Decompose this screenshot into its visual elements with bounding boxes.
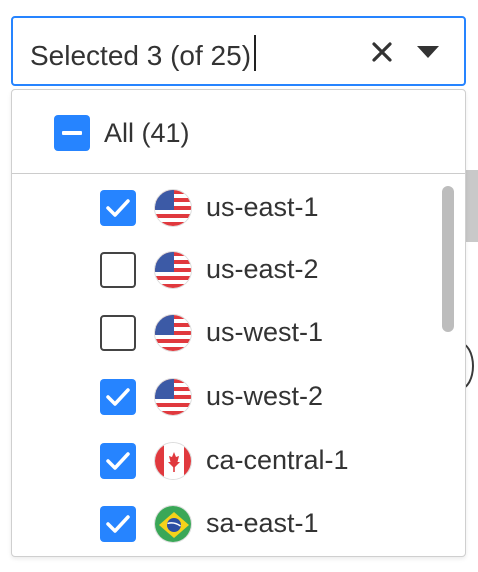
option-us-west-2[interactable]: us-west-2 <box>12 365 432 429</box>
scrollbar-thumb[interactable] <box>442 186 454 332</box>
brazil-flag-icon <box>154 505 192 543</box>
option-sa-east-1[interactable]: sa-east-1 <box>12 492 432 556</box>
us-flag-icon <box>154 251 192 289</box>
option-ca-central-1[interactable]: ca-central-1 <box>12 429 432 493</box>
dropdown-menu: All (41) us-east-1 us-east-2 us-west-1 u… <box>11 89 466 557</box>
checkbox-unchecked-icon[interactable] <box>100 252 136 288</box>
checkbox-checked-icon[interactable] <box>100 506 136 542</box>
select-value-label: Selected 3 (of 25) <box>30 40 252 71</box>
option-us-east-1[interactable]: us-east-1 <box>12 176 432 240</box>
minus-icon <box>62 131 82 135</box>
us-flag-icon <box>154 314 192 352</box>
option-label: us-west-2 <box>206 381 324 411</box>
checkbox-checked-icon[interactable] <box>100 379 136 415</box>
us-flag-icon <box>154 189 192 227</box>
text-caret <box>254 35 257 71</box>
canada-flag-icon <box>154 442 192 480</box>
options-list: us-east-1 us-east-2 us-west-1 us-west-2 … <box>12 176 465 556</box>
checkbox-checked-icon[interactable] <box>100 443 136 479</box>
option-label: us-east-2 <box>206 254 319 284</box>
select-all-row[interactable]: All (41) <box>12 90 465 174</box>
checkbox-checked-icon[interactable] <box>100 190 136 226</box>
us-flag-icon <box>154 378 192 416</box>
caret-down-icon[interactable] <box>414 40 442 64</box>
option-label: us-west-1 <box>206 317 324 347</box>
checkbox-unchecked-icon[interactable] <box>100 315 136 351</box>
region-multiselect-control[interactable]: Selected 3 (of 25) <box>11 16 466 86</box>
option-us-west-1[interactable]: us-west-1 <box>12 301 432 365</box>
option-us-east-2[interactable]: us-east-2 <box>12 238 432 302</box>
select-value-text: Selected 3 (of 25) <box>30 35 257 73</box>
option-label: us-east-1 <box>206 192 319 222</box>
select-all-label: All (41) <box>104 118 190 148</box>
option-label: sa-east-1 <box>206 508 319 538</box>
indeterminate-checkbox-icon[interactable] <box>54 115 90 151</box>
close-icon[interactable] <box>368 38 396 66</box>
option-label: ca-central-1 <box>206 445 349 475</box>
menu-scrollbar[interactable] <box>440 186 456 554</box>
